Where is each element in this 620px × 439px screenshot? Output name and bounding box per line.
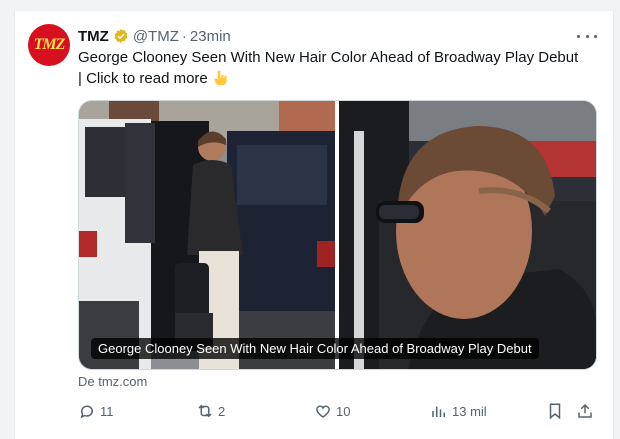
retweet-button[interactable]: 2 bbox=[196, 402, 225, 420]
like-icon bbox=[316, 405, 330, 418]
bookmark-icon bbox=[549, 403, 561, 420]
separator-dot: · bbox=[181, 27, 187, 45]
pointing-down-icon bbox=[213, 70, 227, 86]
author-name[interactable]: TMZ bbox=[78, 28, 109, 45]
views-icon bbox=[432, 406, 445, 417]
reply-count: 11 bbox=[100, 403, 114, 419]
avatar[interactable]: TMZ bbox=[28, 24, 70, 66]
tweet-actions: 11 2 10 13 mil bbox=[78, 402, 598, 422]
views-button[interactable]: 13 mil bbox=[430, 402, 487, 420]
reply-button[interactable]: 11 bbox=[78, 402, 114, 420]
media-caption: George Clooney Seen With New Hair Color … bbox=[91, 338, 539, 359]
author-handle[interactable]: @TMZ bbox=[133, 28, 179, 45]
share-button[interactable] bbox=[576, 402, 598, 420]
tweet-text-line2[interactable]: | Click to read more bbox=[78, 70, 208, 87]
photo-left bbox=[79, 101, 339, 369]
avatar-logo-text: TMZ bbox=[33, 36, 66, 53]
media-photos bbox=[79, 101, 596, 369]
like-button[interactable]: 10 bbox=[314, 402, 350, 420]
tweet-media[interactable]: George Clooney Seen With New Hair Color … bbox=[78, 100, 597, 370]
tweet-header: TMZ @TMZ · 23min bbox=[78, 26, 231, 46]
link-source[interactable]: De tmz.com bbox=[78, 374, 147, 389]
tweet-text-line1: George Clooney Seen With New Hair Color … bbox=[78, 49, 579, 66]
more-icon[interactable] bbox=[577, 30, 597, 42]
share-icon bbox=[578, 403, 592, 418]
like-count: 10 bbox=[336, 403, 351, 419]
reply-icon bbox=[80, 405, 93, 419]
verified-badge-icon[interactable] bbox=[113, 28, 129, 44]
photo-right bbox=[339, 101, 596, 369]
retweet-icon bbox=[198, 404, 212, 418]
views-count: 13 mil bbox=[452, 403, 487, 419]
retweet-count: 2 bbox=[218, 403, 226, 419]
tweet-text: George Clooney Seen With New Hair Color … bbox=[78, 47, 598, 89]
timestamp[interactable]: 23min bbox=[190, 28, 231, 45]
bookmark-button[interactable] bbox=[546, 402, 568, 420]
